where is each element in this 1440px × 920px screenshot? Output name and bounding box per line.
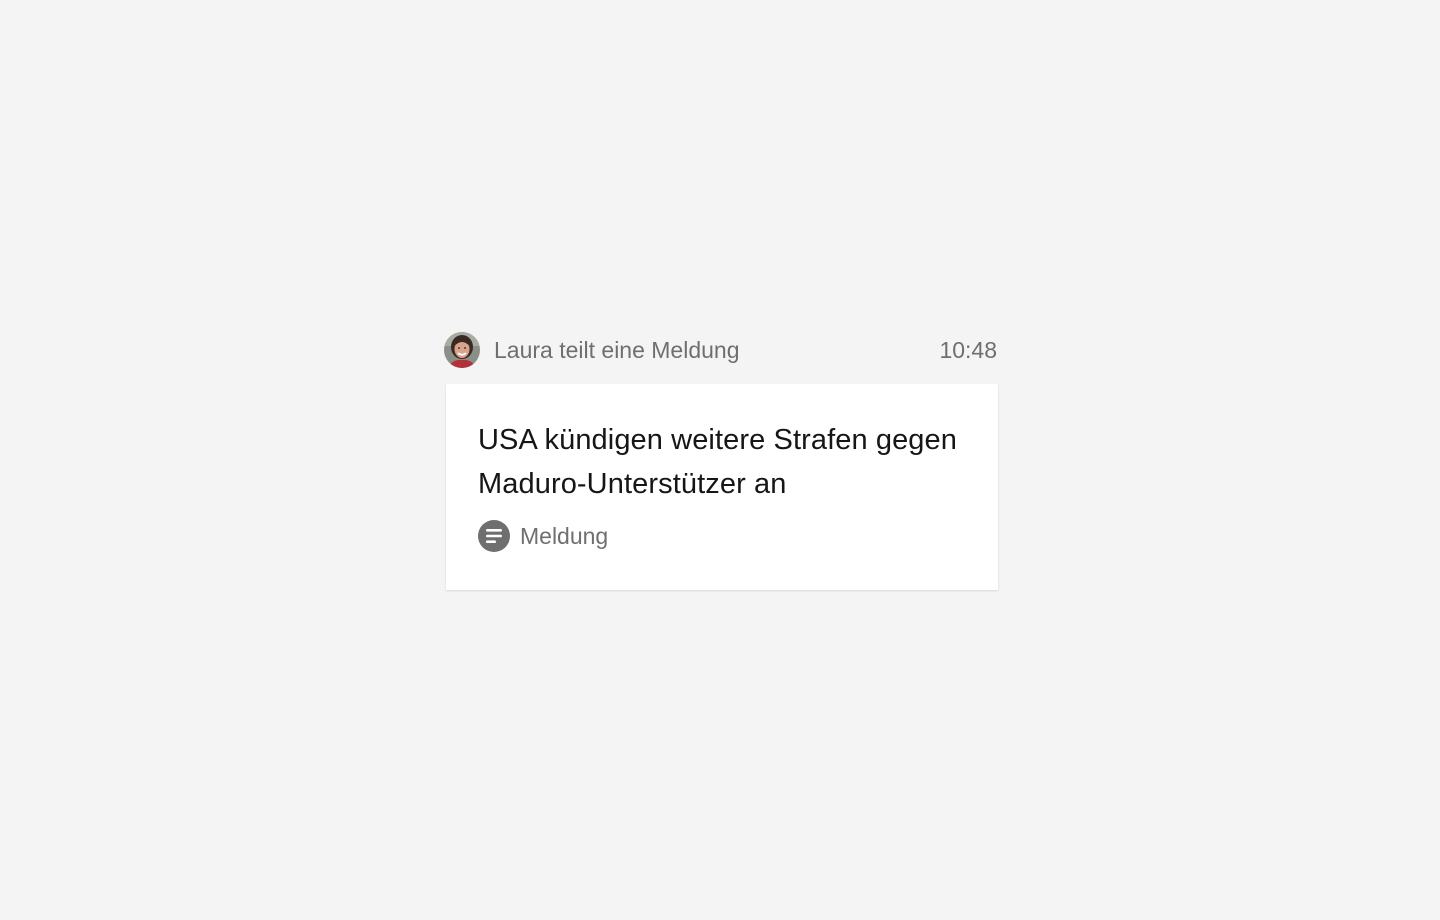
news-card[interactable]: USA kündigen weitere Strafen gegen Madur…	[446, 384, 998, 590]
avatar-photo-icon	[444, 332, 480, 368]
avatar[interactable]	[444, 332, 480, 368]
document-lines-icon	[478, 520, 510, 552]
card-meta: Meldung	[478, 520, 966, 552]
timestamp: 10:48	[939, 337, 997, 363]
share-text: Laura teilt eine Meldung	[494, 337, 740, 363]
headline[interactable]: USA kündigen weitere Strafen gegen Madur…	[478, 418, 966, 506]
entry-header: Laura teilt eine Meldung 10:48	[444, 332, 998, 368]
type-label: Meldung	[520, 523, 609, 549]
feed-entry: Laura teilt eine Meldung 10:48 USA kündi…	[444, 332, 998, 590]
